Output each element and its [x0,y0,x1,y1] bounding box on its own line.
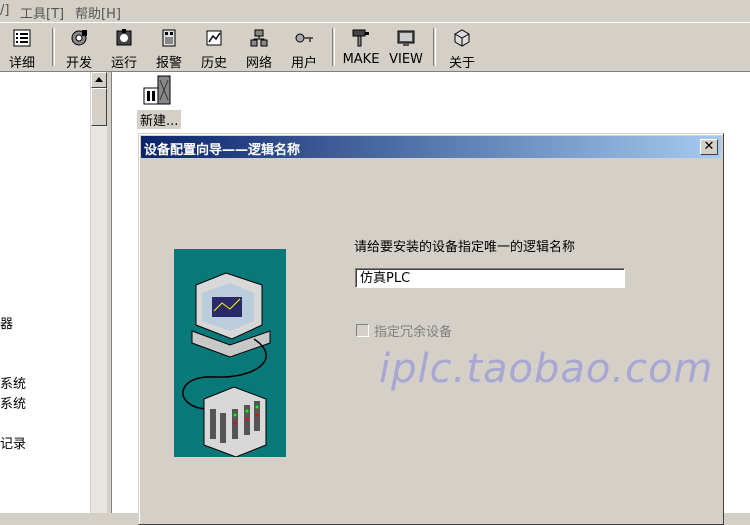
device-config-wizard-dialog: 设备配置向导——逻辑名称 ✕ 请给要安装的设备指定唯一的逻辑名称 仿真PLC 指… [138,133,724,525]
run-button[interactable]: 运行 [102,26,146,71]
tree-item[interactable]: 系统 [0,373,26,392]
network-icon [250,29,268,47]
new-device-icon[interactable] [142,74,174,108]
tree-pane[interactable]: 器 系统 系统 记录 [0,72,90,513]
computer-icon [191,272,271,358]
wizard-illustration [174,249,286,457]
list-icon [13,29,31,47]
user-label: 用户 [290,56,317,71]
toolbar: 详细 开发 运行 报警 历史 网络 用户 MAKE VIEW 关于 [0,22,750,72]
alarm-button[interactable]: 报警 [147,26,191,71]
tree-item[interactable]: 系统 [0,393,26,412]
make-icon [352,29,369,47]
watermark-text: iplc.taobao.com [379,346,714,392]
scroll-up-arrow-icon[interactable] [91,72,107,88]
redundant-device-label: 指定冗余设备 [374,325,453,340]
network-button[interactable]: 网络 [237,26,281,71]
alarm-icon [162,29,176,47]
dialog-titlebar[interactable]: 设备配置向导——逻辑名称 ✕ [141,136,721,158]
history-button[interactable]: 历史 [192,26,236,71]
make-button[interactable]: MAKE [339,26,383,68]
close-icon[interactable]: ✕ [700,139,718,155]
about-label: 关于 [448,56,475,71]
view-label: VIEW [389,52,423,67]
menu-item-help[interactable]: 帮助[H] [75,3,121,22]
tree-item[interactable]: 记录 [0,433,26,452]
logical-name-input[interactable]: 仿真PLC [355,268,625,288]
menu-item-view[interactable]: /] [0,3,9,18]
logical-name-prompt: 请给要安装的设备指定唯一的逻辑名称 [354,240,576,255]
develop-button[interactable]: 开发 [57,26,101,71]
user-button[interactable]: 用户 [282,26,326,71]
dialog-title: 设备配置向导——逻辑名称 [144,143,301,158]
detail-label: 详细 [8,56,35,71]
vertical-scrollbar[interactable] [90,72,107,513]
plc-rack-icon [203,386,267,457]
detail-button[interactable]: 详细 [0,26,44,71]
user-key-icon [295,33,313,43]
tree-item[interactable]: 器 [0,313,13,332]
view-button[interactable]: VIEW [384,26,428,68]
run-icon [116,29,132,46]
redundant-device-checkbox[interactable] [356,324,369,337]
about-icon [454,29,470,47]
menu-item-tools[interactable]: 工具[T] [20,3,64,22]
new-device-label[interactable]: 新建... [137,110,182,129]
about-button[interactable]: 关于 [440,26,484,71]
scroll-thumb[interactable] [91,88,107,126]
view-icon [397,30,415,46]
history-icon [206,30,222,46]
develop-icon [71,30,87,46]
menu-bar: /] 工具[T] 帮助[H] [0,0,750,22]
